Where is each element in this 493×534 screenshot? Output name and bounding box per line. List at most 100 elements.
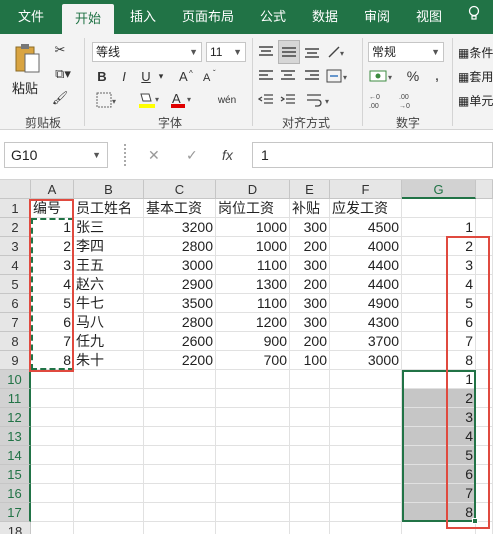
cell-b10[interactable]: [74, 370, 144, 389]
cell-b8[interactable]: 任九: [74, 332, 144, 351]
cell-f1[interactable]: 应发工资: [330, 199, 402, 218]
cell-a6[interactable]: 5: [31, 294, 74, 313]
cell-b6[interactable]: 牛七: [74, 294, 144, 313]
cell-a4[interactable]: 3: [31, 256, 74, 275]
column-header-c[interactable]: C: [144, 180, 216, 199]
cell-a16[interactable]: [31, 484, 74, 503]
cell-g4[interactable]: 3: [402, 256, 476, 275]
column-header-g[interactable]: G: [402, 180, 476, 199]
cell-b2[interactable]: 张三: [74, 218, 144, 237]
cell-f13[interactable]: [330, 427, 402, 446]
cell-extra[interactable]: [476, 351, 493, 370]
cell-a11[interactable]: [31, 389, 74, 408]
row-header[interactable]: 18: [0, 522, 31, 534]
cell-e6[interactable]: 300: [290, 294, 330, 313]
cell-e12[interactable]: [290, 408, 330, 427]
row-header[interactable]: 11: [0, 389, 31, 408]
paste-button-label[interactable]: 粘贴: [12, 78, 38, 97]
cell-g2[interactable]: 1: [402, 218, 476, 237]
cell-e2[interactable]: 300: [290, 218, 330, 237]
cell-d4[interactable]: 1100: [216, 256, 290, 275]
cell-f14[interactable]: [330, 446, 402, 465]
chevron-down-icon[interactable]: ▾: [156, 66, 166, 86]
cell-styles-button[interactable]: ▦单元: [458, 92, 493, 110]
row-header[interactable]: 5: [0, 275, 31, 294]
number-format-select[interactable]: 常规 ▼: [368, 42, 444, 62]
cell-e4[interactable]: 300: [290, 256, 330, 275]
row-header[interactable]: 14: [0, 446, 31, 465]
cell-extra[interactable]: [476, 294, 493, 313]
insert-function-icon[interactable]: fx: [222, 142, 233, 168]
cell-b17[interactable]: [74, 503, 144, 522]
tab-view[interactable]: 视图: [406, 0, 452, 34]
cell-d6[interactable]: 1100: [216, 294, 290, 313]
decrease-indent-icon[interactable]: [256, 90, 276, 110]
cell-f16[interactable]: [330, 484, 402, 503]
conditional-format-button[interactable]: ▦条件: [458, 44, 493, 62]
wrap-text-icon[interactable]: ▾: [302, 90, 338, 110]
row-header[interactable]: 2: [0, 218, 31, 237]
cell-a13[interactable]: [31, 427, 74, 446]
cell-d9[interactable]: 700: [216, 351, 290, 370]
cell-extra[interactable]: [476, 370, 493, 389]
cell-e11[interactable]: [290, 389, 330, 408]
row-header[interactable]: 8: [0, 332, 31, 351]
cell-g12[interactable]: 3: [402, 408, 476, 427]
column-header-a[interactable]: A: [31, 180, 74, 199]
cell-c7[interactable]: 2800: [144, 313, 216, 332]
cell-g6[interactable]: 5: [402, 294, 476, 313]
cell-extra[interactable]: [476, 408, 493, 427]
cell-g8[interactable]: 7: [402, 332, 476, 351]
cell-b18[interactable]: [74, 522, 144, 534]
cell-g5[interactable]: 4: [402, 275, 476, 294]
font-size-select[interactable]: 11 ▼: [206, 42, 246, 62]
cell-extra[interactable]: [476, 218, 493, 237]
increase-indent-icon[interactable]: [278, 90, 298, 110]
cell-g11[interactable]: 2: [402, 389, 476, 408]
row-header[interactable]: 6: [0, 294, 31, 313]
italic-icon[interactable]: I: [116, 66, 132, 86]
cell-e8[interactable]: 200: [290, 332, 330, 351]
cell-f18[interactable]: [330, 522, 402, 534]
cell-d12[interactable]: [216, 408, 290, 427]
cell-c18[interactable]: [144, 522, 216, 534]
font-color-icon[interactable]: A ▾: [168, 90, 194, 110]
cell-e13[interactable]: [290, 427, 330, 446]
cell-b13[interactable]: [74, 427, 144, 446]
cell-d16[interactable]: [216, 484, 290, 503]
cell-extra[interactable]: [476, 332, 493, 351]
decrease-decimal-icon[interactable]: .00 →0: [398, 90, 424, 112]
select-all-corner[interactable]: [0, 180, 31, 199]
cell-c11[interactable]: [144, 389, 216, 408]
cell-g16[interactable]: 7: [402, 484, 476, 503]
cell-extra[interactable]: [476, 484, 493, 503]
cell-d17[interactable]: [216, 503, 290, 522]
cell-g1[interactable]: [402, 199, 476, 218]
cell-c16[interactable]: [144, 484, 216, 503]
cell-f4[interactable]: 4400: [330, 256, 402, 275]
cell-c9[interactable]: 2200: [144, 351, 216, 370]
cell-f7[interactable]: 4300: [330, 313, 402, 332]
cell-c15[interactable]: [144, 465, 216, 484]
cell-b15[interactable]: [74, 465, 144, 484]
cell-d7[interactable]: 1200: [216, 313, 290, 332]
cell-c13[interactable]: [144, 427, 216, 446]
formula-input[interactable]: 1: [252, 142, 493, 168]
cell-f5[interactable]: 4400: [330, 275, 402, 294]
cell-d18[interactable]: [216, 522, 290, 534]
cell-extra[interactable]: [476, 237, 493, 256]
cell-e17[interactable]: [290, 503, 330, 522]
column-header-e[interactable]: E: [290, 180, 330, 199]
increase-decimal-icon[interactable]: ←0.00: [368, 90, 394, 112]
cell-b1[interactable]: 员工姓名: [74, 199, 144, 218]
format-painter-icon[interactable]: 🖌: [50, 88, 70, 108]
name-box[interactable]: G10 ▼: [4, 142, 108, 168]
cell-c5[interactable]: 2900: [144, 275, 216, 294]
cell-g18[interactable]: [402, 522, 476, 534]
cell-b3[interactable]: 李四: [74, 237, 144, 256]
cell-extra[interactable]: [476, 503, 493, 522]
row-header[interactable]: 3: [0, 237, 31, 256]
font-color-a-increase-icon[interactable]: A ^: [176, 66, 198, 86]
cell-d3[interactable]: 1000: [216, 237, 290, 256]
cell-extra[interactable]: [476, 389, 493, 408]
